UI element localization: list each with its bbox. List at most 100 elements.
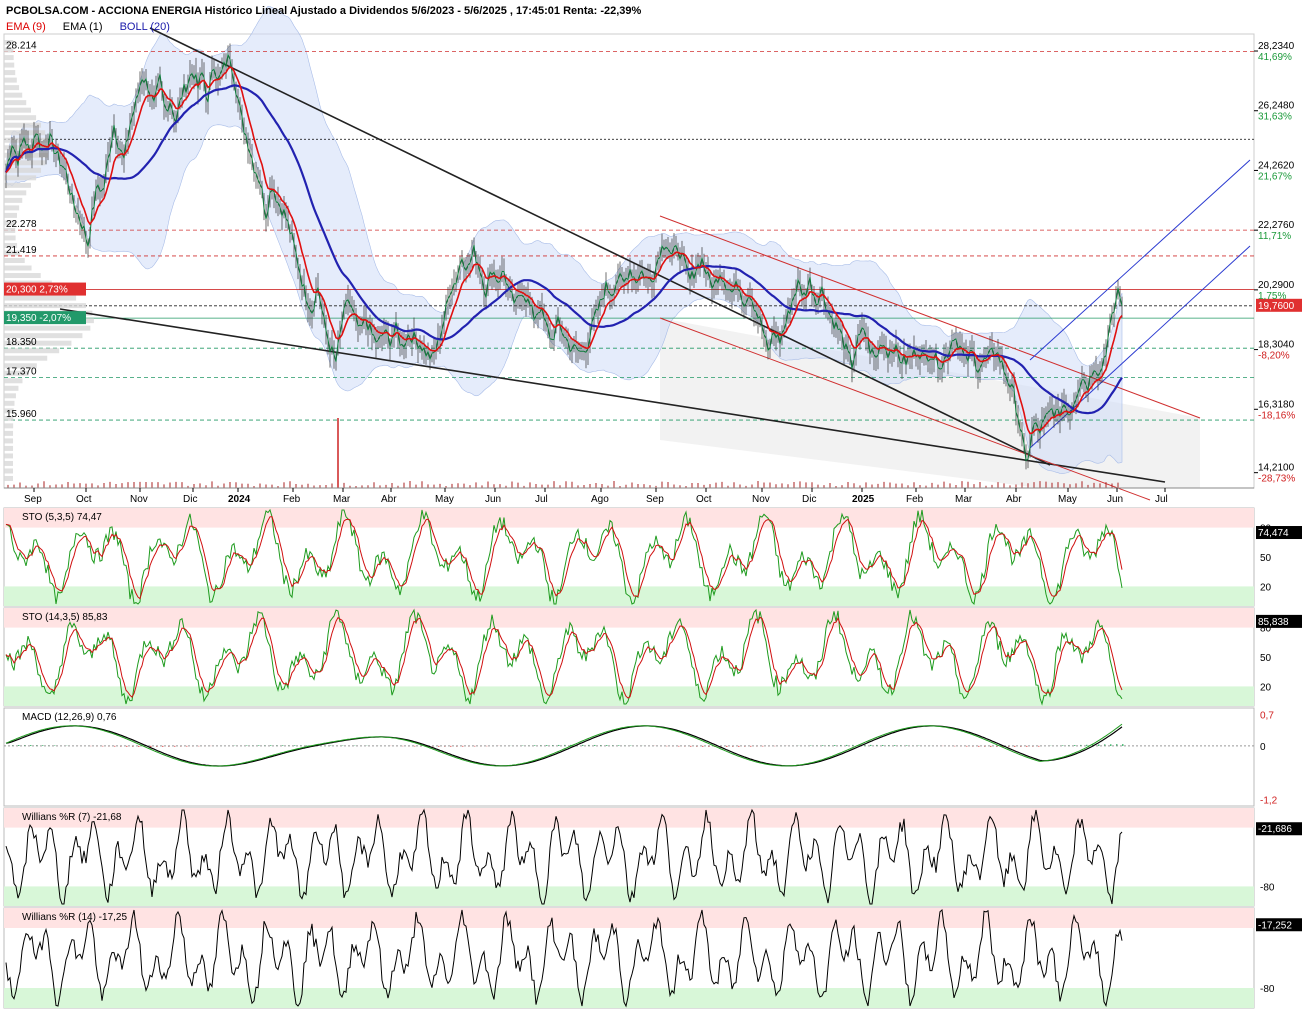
macd-histogram-bar xyxy=(894,745,896,746)
level-label: 17.370 xyxy=(6,367,37,378)
macd-histogram-bar xyxy=(534,745,536,746)
indicator-tick-label: -1,2 xyxy=(1260,795,1278,806)
x-tick-label: Dic xyxy=(183,494,197,505)
indicator-title: MACD (12,26,9) 0,76 xyxy=(22,712,117,723)
volume-profile-bar xyxy=(4,205,20,211)
volume-profile-bar xyxy=(4,107,31,113)
indicator-last-value: -17,252 xyxy=(1258,920,1292,931)
x-tick-label: Ago xyxy=(591,494,609,505)
indicator-tick-label: 20 xyxy=(1260,682,1272,693)
indicator-last-value: 74,474 xyxy=(1258,528,1289,539)
macd-histogram-bar xyxy=(30,745,32,746)
last-price-label: 19,7600 xyxy=(1258,301,1295,312)
macd-histogram-bar xyxy=(462,745,464,747)
volume-profile-bar xyxy=(4,393,16,399)
indicator-title: Willians %R (14) -17,25 xyxy=(22,912,127,923)
macd-histogram-bar xyxy=(174,745,176,747)
macd-histogram-bar xyxy=(750,745,752,747)
y-tick-label: 20,2900 xyxy=(1258,280,1295,291)
volume-profile-bar xyxy=(4,295,77,301)
macd-histogram-bar xyxy=(594,744,596,746)
macd-histogram-bar xyxy=(870,744,872,746)
chart-title: PCBOLSA.COM - ACCIONA ENERGIA Histórico … xyxy=(6,5,642,17)
volume-profile-bar xyxy=(4,453,14,459)
macd-histogram-bar xyxy=(474,745,476,747)
volume-profile-bar xyxy=(4,438,14,444)
indicator-last-value: -21,686 xyxy=(1258,824,1292,835)
macd-histogram-bar xyxy=(414,745,416,747)
macd-histogram-bar xyxy=(846,744,848,746)
macd-histogram-bar xyxy=(990,745,992,747)
pct-tick-label: -28,73% xyxy=(1258,474,1295,485)
volume-profile-bar xyxy=(4,197,23,203)
macd-histogram-bar xyxy=(186,745,188,747)
macd-histogram-bar xyxy=(546,745,548,746)
volume-profile-bar xyxy=(4,182,31,188)
pct-tick-label: -8,20% xyxy=(1258,351,1290,362)
level-label: 22.278 xyxy=(6,219,37,230)
macd-histogram-bar xyxy=(438,745,440,747)
macd-histogram-bar xyxy=(162,745,164,747)
x-tick-label: May xyxy=(1058,494,1077,505)
volume-profile-bar xyxy=(4,423,14,429)
macd-histogram-bar xyxy=(1062,745,1064,746)
volume-profile-bar xyxy=(4,190,27,196)
x-tick-label: 2024 xyxy=(228,494,251,505)
y-tick-label: 14,2100 xyxy=(1258,463,1295,474)
pct-tick-label: 11,71% xyxy=(1258,231,1291,242)
x-tick-label: Mar xyxy=(955,494,973,505)
volume-profile-bar xyxy=(4,235,16,241)
x-tick-label: Sep xyxy=(24,494,42,505)
macd-histogram-bar xyxy=(738,745,740,747)
macd-histogram-bar xyxy=(1026,745,1028,747)
y-tick-label: 28,2340 xyxy=(1258,41,1295,52)
macd-histogram-bar xyxy=(1086,744,1088,746)
macd-histogram-bar xyxy=(102,745,104,747)
x-tick-label: Oct xyxy=(76,494,92,505)
macd-histogram-bar xyxy=(1122,744,1124,746)
x-tick-label: Jun xyxy=(485,494,501,505)
legend-ema9: EMA (9) xyxy=(6,21,46,33)
y-tick-label: 22,2760 xyxy=(1258,220,1295,231)
macd-histogram-bar xyxy=(258,745,260,746)
volume-profile-bar xyxy=(4,212,17,218)
macd-histogram-bar xyxy=(978,745,980,747)
x-tick-label: Jul xyxy=(1155,494,1168,505)
macd-histogram-bar xyxy=(1098,744,1100,746)
macd-histogram-bar xyxy=(834,745,836,746)
volume-profile-bar xyxy=(4,355,48,361)
indicator-title: Willians %R (7) -21,68 xyxy=(22,812,122,823)
x-tick-label: Abr xyxy=(1006,494,1022,505)
volume-profile-bar xyxy=(4,122,42,128)
overbought-zone xyxy=(4,908,1254,928)
volume-profile-bar xyxy=(4,85,20,91)
macd-histogram-bar xyxy=(138,745,140,747)
macd-histogram-bar xyxy=(126,745,128,747)
macd-histogram-bar xyxy=(1110,744,1112,746)
volume-profile-bar xyxy=(4,445,14,451)
macd-histogram-bar xyxy=(606,745,608,746)
indicator-legend: EMA (9) EMA (1) BOLL (20) xyxy=(6,21,184,33)
volume-profile-bar xyxy=(4,115,37,121)
y-tick-label: 24,2620 xyxy=(1258,160,1295,171)
macd-histogram-bar xyxy=(726,745,728,747)
level-label: 21.419 xyxy=(6,245,37,256)
overbought-zone xyxy=(4,608,1254,628)
x-tick-label: Nov xyxy=(130,494,148,505)
indicator-tick-label: 20 xyxy=(1260,582,1272,593)
x-tick-label: Sep xyxy=(646,494,664,505)
volume-profile-bar xyxy=(4,348,60,354)
volume-profile-bar xyxy=(4,475,14,481)
x-tick-label: Oct xyxy=(696,494,712,505)
macd-histogram-bar xyxy=(690,745,692,747)
price-badge-support-label: 19,350 -2,07% xyxy=(6,313,71,324)
pct-tick-label: 41,69% xyxy=(1258,52,1292,63)
macd-histogram-bar xyxy=(558,744,560,746)
indicator-tick-label: -80 xyxy=(1260,984,1275,995)
x-tick-label: May xyxy=(435,494,454,505)
volume-profile-bar xyxy=(4,70,16,76)
uptrend-upper-line xyxy=(1029,159,1251,361)
macd-histogram-bar xyxy=(306,745,308,746)
legend-boll: BOLL (20) xyxy=(119,21,170,33)
volume-profile-bar xyxy=(4,258,25,263)
